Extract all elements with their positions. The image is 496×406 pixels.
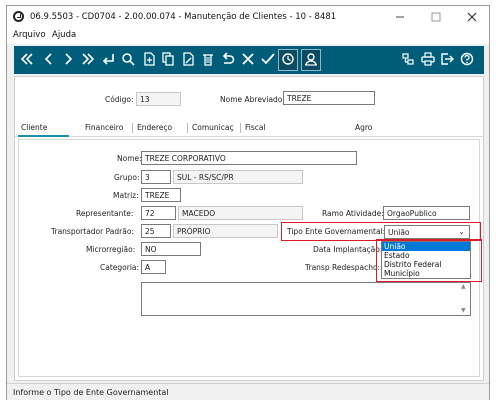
tab-agro[interactable]: Agro xyxy=(355,123,372,132)
microrregiao-field[interactable]: NO xyxy=(141,242,201,256)
menu-bar: Arquivo Ajuda xyxy=(7,28,489,44)
option-uniao[interactable]: União xyxy=(382,242,470,251)
matriz-field[interactable]: TREZE xyxy=(141,188,181,202)
cliente-tab-content: Nome: TREZE CORPORATIVO Grupo: 3 SUL - R… xyxy=(18,139,482,377)
nome-label: Nome: xyxy=(117,154,142,163)
representante-label: Representante: xyxy=(76,209,134,218)
maximize-icon xyxy=(431,12,441,22)
codigo-label: Código: xyxy=(105,95,134,104)
scroll-up-icon[interactable]: ▲ xyxy=(461,283,466,290)
minimize-icon xyxy=(396,16,404,18)
representante-desc-field: MACEDO xyxy=(178,206,303,220)
status-bar: Informe o Tipo de Ente Governamental xyxy=(7,383,489,400)
maximize-button[interactable] xyxy=(418,6,454,28)
grupo-code-field[interactable]: 3 xyxy=(141,170,171,184)
tab-financeiro[interactable]: Financeiro xyxy=(85,123,123,132)
ramo-atividade-field[interactable]: OrgaoPublico xyxy=(383,206,470,220)
nome-abreviado-label: Nome Abreviado: xyxy=(220,95,285,104)
tab-separator xyxy=(240,123,241,133)
data-implantacao-label: Data Implantação: xyxy=(313,245,383,254)
tab-endereco[interactable]: Endereço xyxy=(137,123,172,132)
cancel-icon[interactable] xyxy=(240,50,256,70)
transportador-code-field[interactable]: 25 xyxy=(141,224,171,238)
help-icon[interactable] xyxy=(459,50,475,70)
toolbar xyxy=(14,46,484,74)
tipo-ente-label: Tipo Ente Governamental: xyxy=(287,227,386,236)
exit-icon[interactable] xyxy=(439,50,455,70)
delete-icon[interactable] xyxy=(200,50,216,70)
chevron-down-icon: ⌄ xyxy=(458,227,465,236)
previous-record-icon[interactable] xyxy=(41,50,57,70)
codigo-field[interactable]: 13 xyxy=(136,92,181,106)
edit-icon[interactable] xyxy=(180,50,196,70)
menu-arquivo[interactable]: Arquivo xyxy=(13,30,46,40)
enter-icon[interactable] xyxy=(100,50,116,70)
window-title: 06.9.5503 - CD0704 - 2.00.00.074 - Manut… xyxy=(30,12,337,22)
transp-redespacho-label: Transp Redespacho: xyxy=(305,263,381,272)
scroll-down-icon[interactable]: ▼ xyxy=(461,307,466,314)
option-estado[interactable]: Estado xyxy=(382,251,470,260)
representante-code-field[interactable]: 72 xyxy=(141,206,176,220)
option-distrito-federal[interactable]: Distrito Federal xyxy=(382,260,470,269)
grupo-desc-field: SUL - RS/SC/PR xyxy=(173,170,303,184)
tab-separator xyxy=(187,123,188,133)
tipo-ente-dropdown: União Estado Distrito Federal Município xyxy=(381,241,471,279)
tab-comunicacao[interactable]: Comunicaç xyxy=(192,123,234,132)
minimize-button[interactable] xyxy=(382,6,418,28)
transportador-label: Transportador Padrão: xyxy=(51,227,134,236)
title-bar: 06.9.5503 - CD0704 - 2.00.00.074 - Manut… xyxy=(7,6,489,28)
active-tab-indicator xyxy=(18,135,69,137)
tab-bar: Cliente Financeiro Endereço Comunicaç Fi… xyxy=(15,121,483,137)
tab-cliente[interactable]: Cliente xyxy=(21,123,47,132)
tipo-ente-select[interactable]: União ⌄ xyxy=(384,225,470,239)
status-text: Informe o Tipo de Ente Governamental xyxy=(13,388,169,397)
nome-abreviado-field[interactable]: TREZE xyxy=(283,91,375,105)
grupo-label: Grupo: xyxy=(114,173,140,182)
user-icon[interactable] xyxy=(303,50,319,70)
print-icon[interactable] xyxy=(420,50,436,70)
confirm-icon[interactable] xyxy=(260,50,276,70)
microrregiao-label: Microrregião: xyxy=(86,245,136,254)
export-icon[interactable] xyxy=(400,50,416,70)
ramo-atividade-label: Ramo Atividade: xyxy=(322,209,384,218)
undo-icon[interactable] xyxy=(220,50,236,70)
transportador-desc-field: PRÓPRIO xyxy=(173,224,278,238)
main-panel: Código: 13 Nome Abreviado: TREZE Cliente… xyxy=(14,76,484,381)
close-button[interactable] xyxy=(454,6,490,28)
categoria-label: Categoria: xyxy=(100,263,140,272)
app-icon xyxy=(13,11,24,22)
tab-separator xyxy=(132,123,133,133)
next-record-icon[interactable] xyxy=(60,50,76,70)
tab-fiscal[interactable]: Fiscal xyxy=(245,123,266,132)
main-window: 06.9.5503 - CD0704 - 2.00.00.074 - Manut… xyxy=(6,5,490,400)
menu-ajuda[interactable]: Ajuda xyxy=(52,30,76,40)
categoria-field[interactable]: A xyxy=(141,260,166,274)
matriz-label: Matriz: xyxy=(113,191,139,200)
observacoes-textarea[interactable] xyxy=(141,282,471,316)
first-record-icon[interactable] xyxy=(19,50,35,70)
option-municipio[interactable]: Município xyxy=(382,269,470,278)
history-icon[interactable] xyxy=(280,50,296,70)
new-icon[interactable] xyxy=(141,50,157,70)
last-record-icon[interactable] xyxy=(80,50,96,70)
nome-field[interactable]: TREZE CORPORATIVO xyxy=(141,151,357,165)
close-icon xyxy=(467,12,477,22)
search-icon[interactable] xyxy=(120,50,136,70)
tipo-ente-selected-value: União xyxy=(388,228,410,237)
copy-icon[interactable] xyxy=(160,50,176,70)
